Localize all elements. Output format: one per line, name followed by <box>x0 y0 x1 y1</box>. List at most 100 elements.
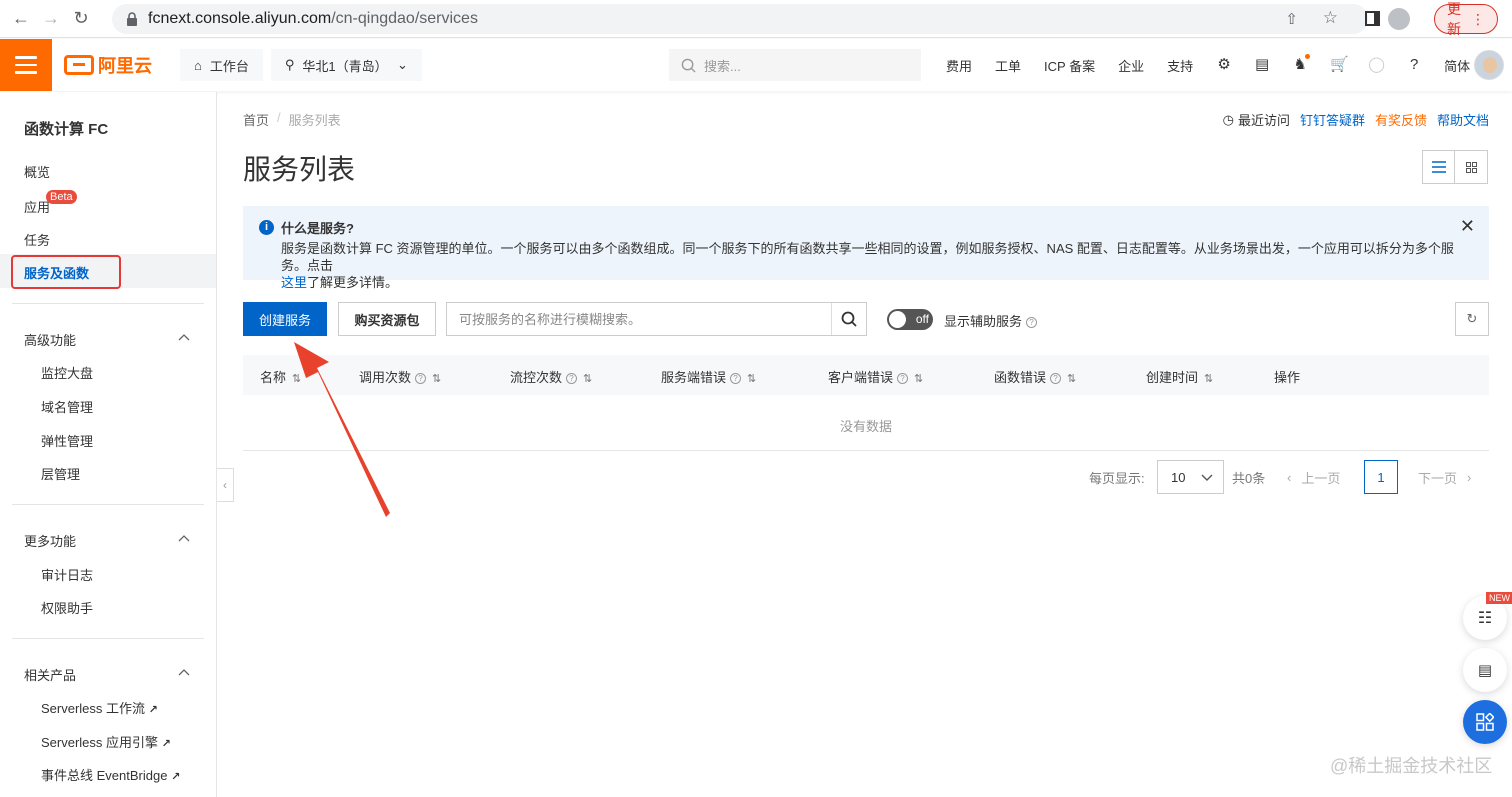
forward-icon[interactable]: → <box>36 4 66 34</box>
col-label: 函数错误 <box>994 370 1047 385</box>
sidebar-group-related[interactable]: 相关产品 <box>24 665 76 684</box>
sort-icon[interactable]: ⇅ <box>747 373 756 385</box>
refresh-button[interactable]: ↻ <box>1455 302 1489 336</box>
search-icon <box>841 311 857 327</box>
sidebar-item-domain[interactable]: 域名管理 <box>41 397 93 416</box>
col-label: 客户端错误 <box>828 370 894 385</box>
col-function-errors[interactable]: 函数错误? ⇅ <box>994 367 1076 386</box>
sidebar-item-eventbridge[interactable]: 事件总线 EventBridge ↗ <box>41 765 180 784</box>
buy-resource-pack-button[interactable]: 购买资源包 <box>338 302 436 336</box>
chat-float-button[interactable]: ▤ <box>1463 648 1507 692</box>
region-selector[interactable]: ⚲ 华北1（青岛） ⌄ <box>270 49 422 81</box>
bell-icon[interactable]: ♞ <box>1292 54 1311 73</box>
search-button[interactable] <box>831 303 866 335</box>
info-body-after: 了解更多详情。 <box>307 275 399 290</box>
help-icon[interactable]: ? <box>1406 57 1422 73</box>
chat-icon: ▤ <box>1477 662 1493 679</box>
nav-link-support[interactable]: 支持 <box>1167 56 1193 75</box>
info-notice: i 什么是服务? 服务是函数计算 FC 资源管理的单位。一个服务可以由多个函数组… <box>243 206 1489 290</box>
sidebar-item-overview[interactable]: 概览 <box>24 162 50 181</box>
profile-icon[interactable] <box>1388 8 1410 30</box>
grid-view-icon[interactable] <box>1455 151 1487 183</box>
back-icon[interactable]: ← <box>6 4 36 34</box>
create-service-button[interactable]: 创建服务 <box>243 302 327 336</box>
nav-link-billing[interactable]: 费用 <box>946 56 972 75</box>
sidebar-collapse-button[interactable]: ‹ <box>217 468 234 502</box>
chevron-up-icon[interactable] <box>178 667 190 679</box>
col-created[interactable]: 创建时间 ⇅ <box>1146 367 1213 386</box>
col-server-errors[interactable]: 服务端错误? ⇅ <box>661 367 756 386</box>
sidepanel-icon[interactable] <box>1365 11 1380 26</box>
col-name[interactable]: 名称 ⇅ <box>260 367 301 386</box>
prev-page-button[interactable]: ‹ 上一页 <box>1287 460 1340 494</box>
clock-icon: ◷ <box>1222 111 1234 127</box>
nav-link-icp[interactable]: ICP 备案 <box>1044 56 1095 75</box>
page-number-current[interactable]: 1 <box>1364 460 1398 494</box>
recent-visits-link[interactable]: 最近访问 <box>1238 110 1290 129</box>
lightbulb-icon[interactable]: ◯ <box>1368 57 1385 73</box>
sidebar-title: 函数计算 FC <box>24 121 109 138</box>
sort-icon[interactable]: ⇅ <box>914 373 923 385</box>
help-icon[interactable]: ? <box>1026 317 1038 329</box>
help-docs-link[interactable]: 帮助文档 <box>1437 110 1489 129</box>
help-icon[interactable]: ? <box>730 373 742 385</box>
sort-icon[interactable]: ⇅ <box>1067 373 1076 385</box>
prev-page-label: 上一页 <box>1301 470 1341 486</box>
aliyun-logo-mark <box>64 55 94 75</box>
share-icon[interactable]: ⇧ <box>1285 10 1298 28</box>
nav-link-tickets[interactable]: 工单 <box>995 56 1021 75</box>
feedback-link[interactable]: 有奖反馈 <box>1375 110 1427 129</box>
sort-icon[interactable]: ⇅ <box>292 373 301 385</box>
menu-icon[interactable] <box>0 39 52 91</box>
aliyun-logo[interactable]: 阿里云 <box>64 52 152 78</box>
help-icon[interactable]: ? <box>415 373 427 385</box>
sidebar-item-sae[interactable]: Serverless 应用引擎 ↗ <box>41 732 171 751</box>
breadcrumb-separator: / <box>277 110 281 125</box>
global-search-input[interactable]: 搜索... <box>669 49 921 81</box>
page-title: 服务列表 <box>243 154 356 185</box>
chevron-up-icon[interactable] <box>178 332 190 344</box>
terminal-icon[interactable]: ▤ <box>1254 57 1270 73</box>
sidebar-item-label: Serverless 工作流 <box>41 701 146 716</box>
help-icon[interactable]: ? <box>566 373 578 385</box>
url-bar[interactable]: fcnext.console.aliyun.com/cn-qingdao/ser… <box>112 4 1368 34</box>
next-page-button[interactable]: 下一页 › <box>1418 460 1471 494</box>
help-icon[interactable]: ? <box>1050 373 1062 385</box>
sidebar-group-advanced[interactable]: 高级功能 <box>24 330 76 349</box>
apps-float-button[interactable] <box>1463 700 1507 744</box>
close-icon[interactable]: ✕ <box>1460 216 1475 237</box>
language-switch[interactable]: 简体 <box>1444 56 1470 75</box>
sidebar-item-monitor[interactable]: 监控大盘 <box>41 363 93 382</box>
sidebar-group-more[interactable]: 更多功能 <box>24 531 76 550</box>
bookmark-star-icon[interactable]: ☆ <box>1323 8 1338 28</box>
robot-icon[interactable]: ⚙ <box>1216 57 1232 73</box>
list-view-icon[interactable] <box>1423 151 1456 183</box>
sidebar-item-elastic[interactable]: 弹性管理 <box>41 431 93 450</box>
update-button[interactable]: 更新 ⋮ <box>1434 1 1498 37</box>
sidebar-item-workflow[interactable]: Serverless 工作流 ↗ <box>41 698 158 717</box>
sort-icon[interactable]: ⇅ <box>432 373 441 385</box>
sidebar-item-layers[interactable]: 层管理 <box>41 464 80 483</box>
dingtalk-link[interactable]: 钉钉答疑群 <box>1300 110 1365 129</box>
info-link[interactable]: 这里 <box>281 275 307 290</box>
sidebar-item-tasks[interactable]: 任务 <box>24 230 50 249</box>
workbench-button[interactable]: ⌂ 工作台 <box>180 49 263 81</box>
col-throttles[interactable]: 流控次数? ⇅ <box>510 367 592 386</box>
sidebar-divider <box>12 303 204 304</box>
col-invocations[interactable]: 调用次数? ⇅ <box>359 367 441 386</box>
chevron-up-icon[interactable] <box>178 533 190 545</box>
col-client-errors[interactable]: 客户端错误? ⇅ <box>828 367 923 386</box>
cart-icon[interactable]: 🛒 <box>1330 57 1349 73</box>
user-avatar[interactable] <box>1474 50 1504 80</box>
service-search-input[interactable] <box>447 303 831 335</box>
page-size-select[interactable]: 10 <box>1157 460 1224 494</box>
sort-icon[interactable]: ⇅ <box>1204 373 1213 385</box>
breadcrumb-home[interactable]: 首页 <box>243 110 269 129</box>
helper-services-toggle[interactable]: off <box>887 309 933 330</box>
sort-icon[interactable]: ⇅ <box>583 373 592 385</box>
sidebar-item-audit[interactable]: 审计日志 <box>41 565 93 584</box>
reload-icon[interactable]: ↻ <box>66 4 96 34</box>
nav-link-enterprise[interactable]: 企业 <box>1118 56 1144 75</box>
help-icon[interactable]: ? <box>897 373 909 385</box>
sidebar-item-permission[interactable]: 权限助手 <box>41 598 93 617</box>
